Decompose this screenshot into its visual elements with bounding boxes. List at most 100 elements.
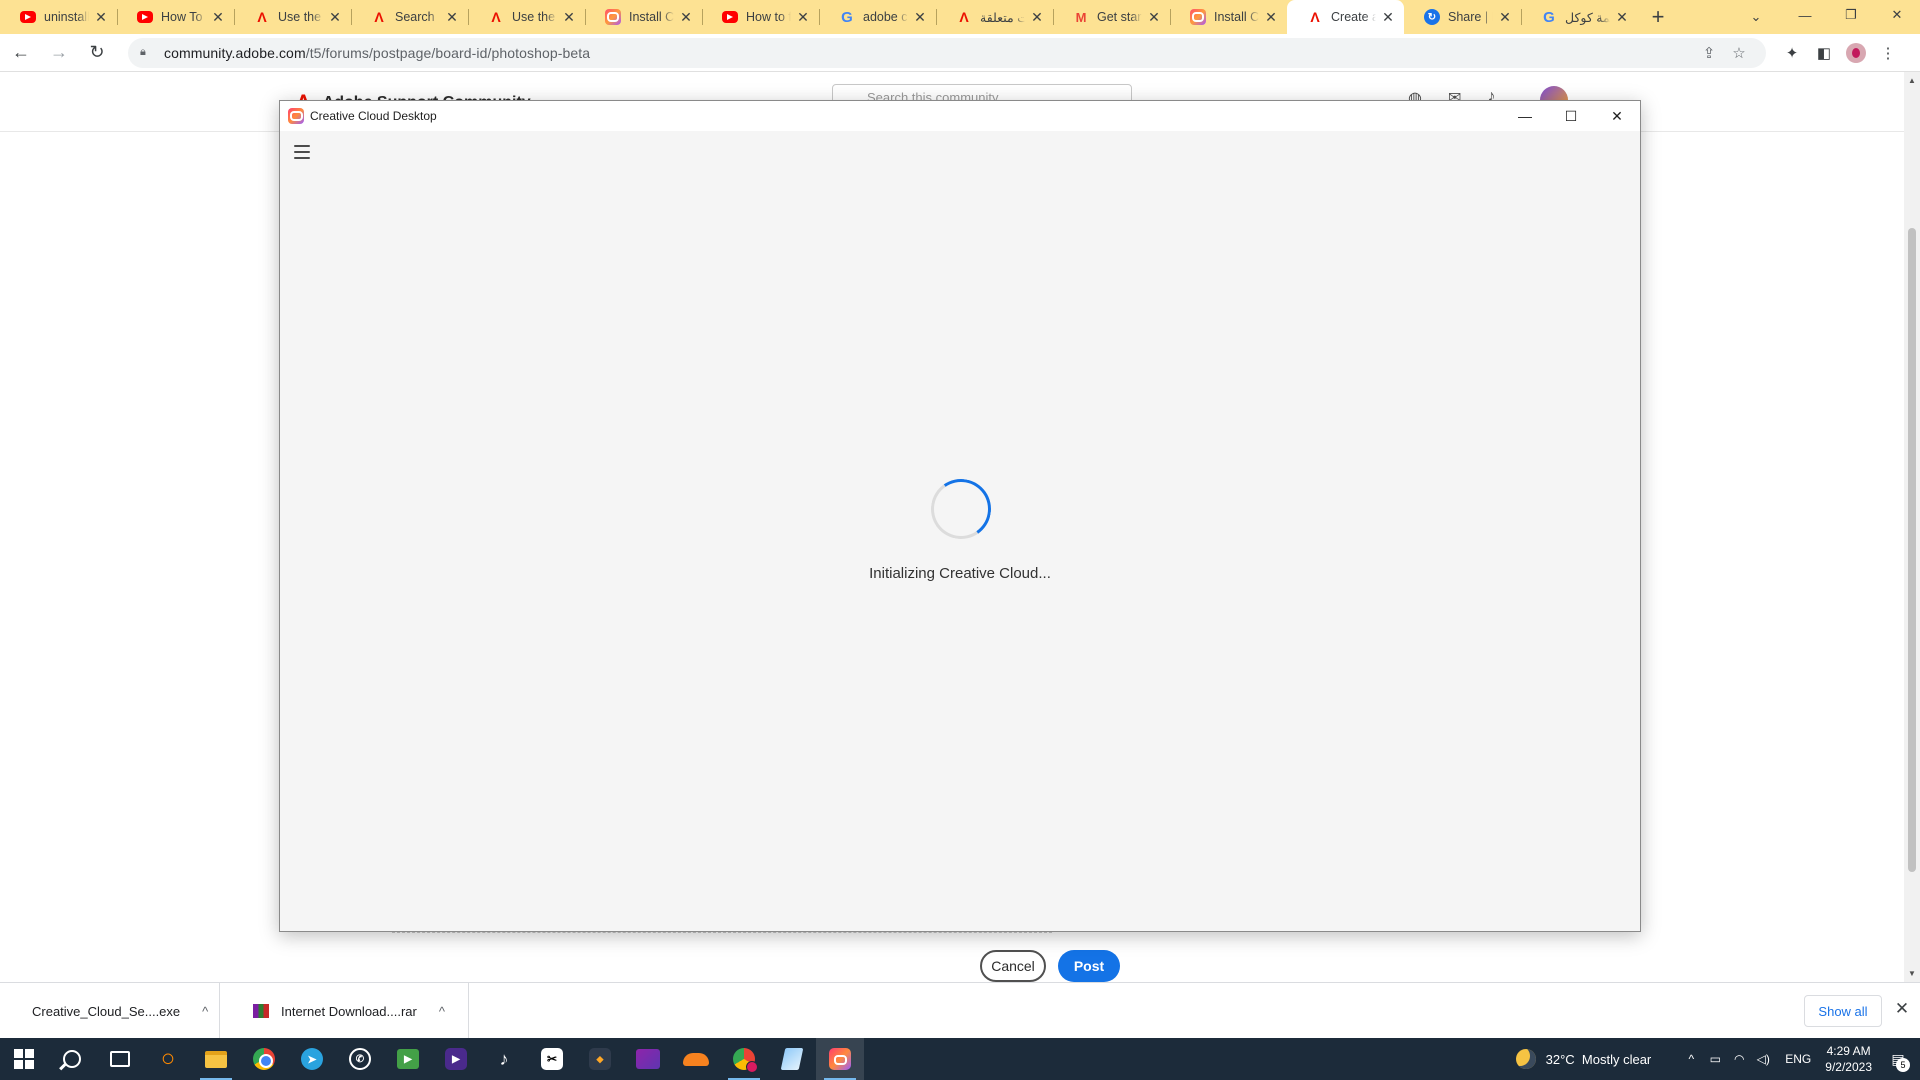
taskbar-app[interactable]: ➤ <box>288 1038 336 1080</box>
hamburger-menu-icon[interactable] <box>294 145 310 159</box>
taskbar-app[interactable] <box>720 1038 768 1080</box>
lock-icon[interactable]: 🔒︎ <box>140 46 154 59</box>
close-tab-icon[interactable]: ✕ <box>327 9 343 26</box>
browser-toolbar: ← → ↻ 🔒︎ community.adobe.com/t5/forums/p… <box>0 34 1920 72</box>
taskbar-app[interactable] <box>240 1038 288 1080</box>
extensions-icon[interactable]: ✦ <box>1776 44 1808 62</box>
taskbar-app[interactable]: ○ <box>144 1038 192 1080</box>
forward-icon[interactable]: → <box>42 36 76 70</box>
browser-tab[interactable]: Ʌ Use the C ✕ <box>234 0 351 34</box>
wifi-icon[interactable]: ◠ <box>1728 1052 1750 1066</box>
minimize-icon[interactable]: — <box>1502 101 1548 131</box>
download-item[interactable]: Internet Download....rar ^ <box>233 983 469 1039</box>
taskbar-app[interactable]: ✂ <box>528 1038 576 1080</box>
cc-window-controls: — ☐ ✕ <box>1502 101 1640 131</box>
close-tab-icon[interactable]: ✕ <box>93 9 109 26</box>
close-tab-icon[interactable]: ✕ <box>1029 9 1045 26</box>
scrollbar-thumb[interactable] <box>1908 228 1916 872</box>
browser-tab[interactable]: Ʌ Use the C ✕ <box>468 0 585 34</box>
clock[interactable]: 4:29 AM 9/2/2023 <box>1825 1043 1872 1075</box>
youtube-icon <box>137 11 153 23</box>
start-button[interactable] <box>0 1038 48 1080</box>
download-item[interactable]: Creative_Cloud_Se....exe ^ <box>0 983 220 1039</box>
battery-icon[interactable]: ▭ <box>1704 1052 1726 1066</box>
browser-menu-icon[interactable]: ⋮ <box>1872 44 1904 62</box>
browser-tab[interactable]: uninstall a ✕ <box>0 0 117 34</box>
taskbar-app[interactable] <box>672 1038 720 1080</box>
taskbar-app[interactable]: ▶ <box>384 1038 432 1080</box>
taskbar-app[interactable] <box>624 1038 672 1080</box>
browser-tab[interactable]: Gadobe cre ✕ <box>819 0 936 34</box>
side-panel-icon[interactable]: ◧ <box>1808 44 1840 62</box>
task-view-button[interactable] <box>96 1038 144 1080</box>
tab-title: Search <box>395 10 435 24</box>
close-icon[interactable]: ✕ <box>1594 101 1640 131</box>
browser-tab[interactable]: M Get starte ✕ <box>1053 0 1170 34</box>
close-tab-icon[interactable]: ✕ <box>1614 9 1630 26</box>
browser-tab[interactable]: Install Cre ✕ <box>1170 0 1287 34</box>
search-button[interactable] <box>48 1038 96 1080</box>
browser-tab[interactable]: How To U ✕ <box>117 0 234 34</box>
browser-tab[interactable]: Install Cre ✕ <box>585 0 702 34</box>
adobe-icon: Ʌ <box>374 9 384 25</box>
cancel-button[interactable]: Cancel <box>980 950 1046 982</box>
rar-archive-icon <box>253 1004 269 1018</box>
browser-tab-active[interactable]: Ʌ Create a p ✕ <box>1287 0 1404 34</box>
post-button[interactable]: Post <box>1058 950 1120 982</box>
creative-cloud-icon <box>288 108 304 124</box>
show-all-downloads-button[interactable]: Show all <box>1804 995 1882 1027</box>
taskbar-app[interactable]: ▶ <box>432 1038 480 1080</box>
new-tab-button[interactable]: + <box>1638 0 1678 34</box>
restore-icon[interactable]: ❐ <box>1828 0 1874 30</box>
share-page-icon[interactable]: ⇪ <box>1694 44 1724 62</box>
weather-condition: Mostly clear <box>1581 1051 1652 1067</box>
close-tab-icon[interactable]: ✕ <box>1497 9 1513 26</box>
youtube-icon <box>20 11 36 23</box>
address-bar[interactable]: 🔒︎ community.adobe.com/t5/forums/postpag… <box>128 37 1766 68</box>
browser-tab[interactable]: ↻ Share | In ✕ <box>1404 0 1521 34</box>
notification-center-icon[interactable]: ▤5 <box>1884 1038 1912 1080</box>
task-view-icon <box>110 1051 130 1067</box>
close-tab-icon[interactable]: ✕ <box>210 9 226 26</box>
google-icon: G <box>841 8 853 26</box>
editor-divider <box>392 932 1052 933</box>
close-tab-icon[interactable]: ✕ <box>444 9 460 26</box>
close-icon[interactable]: ✕ <box>1874 0 1920 30</box>
tab-search-icon[interactable]: ⌄ <box>1742 4 1770 30</box>
taskbar-app[interactable]: ✆ <box>336 1038 384 1080</box>
close-tab-icon[interactable]: ✕ <box>678 9 694 26</box>
taskbar-app[interactable] <box>768 1038 816 1080</box>
close-tab-icon[interactable]: ✕ <box>1380 9 1396 26</box>
scroll-up-arrow-icon[interactable]: ▲ <box>1904 76 1920 85</box>
close-tab-icon[interactable]: ✕ <box>1263 9 1279 26</box>
close-tab-icon[interactable]: ✕ <box>795 9 811 26</box>
maximize-icon[interactable]: ☐ <box>1548 101 1594 131</box>
browser-tab[interactable]: G ترجمة كوكل ✕ <box>1521 0 1638 34</box>
chevron-up-icon[interactable]: ^ <box>202 1004 208 1019</box>
taskbar-app[interactable]: ◆ <box>576 1038 624 1080</box>
scroll-down-arrow-icon[interactable]: ▼ <box>1904 969 1920 978</box>
profile-avatar[interactable] <box>1846 42 1866 63</box>
volume-icon[interactable]: ◁) <box>1752 1052 1774 1066</box>
close-tab-icon[interactable]: ✕ <box>561 9 577 26</box>
share-icon: ↻ <box>1424 9 1440 25</box>
close-tab-icon[interactable]: ✕ <box>1146 9 1162 26</box>
close-shelf-icon[interactable]: ✕ <box>1892 999 1912 1019</box>
minimize-icon[interactable]: — <box>1782 0 1828 30</box>
taskbar-app[interactable] <box>192 1038 240 1080</box>
browser-tab[interactable]: How to fi ✕ <box>702 0 819 34</box>
close-tab-icon[interactable]: ✕ <box>912 9 928 26</box>
weather-widget[interactable]: 32°C Mostly clear <box>1515 1049 1652 1069</box>
tab-title: How To U <box>161 10 206 24</box>
reload-icon[interactable]: ↻ <box>80 36 114 70</box>
taskbar-app[interactable]: ♪ <box>480 1038 528 1080</box>
taskbar-app-active[interactable] <box>816 1038 864 1080</box>
bookmark-star-icon[interactable]: ☆ <box>1724 44 1754 62</box>
show-hidden-icons-chevron-icon[interactable]: ^ <box>1680 1052 1702 1066</box>
browser-tab[interactable]: Ʌ Search ✕ <box>351 0 468 34</box>
browser-tab[interactable]: Ʌ مشكلات متعلقة ✕ <box>936 0 1053 34</box>
page-scrollbar[interactable]: ▲ ▼ <box>1904 72 1920 982</box>
back-icon[interactable]: ← <box>4 36 38 70</box>
chevron-up-icon[interactable]: ^ <box>439 1004 445 1019</box>
input-language[interactable]: ENG <box>1785 1052 1811 1066</box>
